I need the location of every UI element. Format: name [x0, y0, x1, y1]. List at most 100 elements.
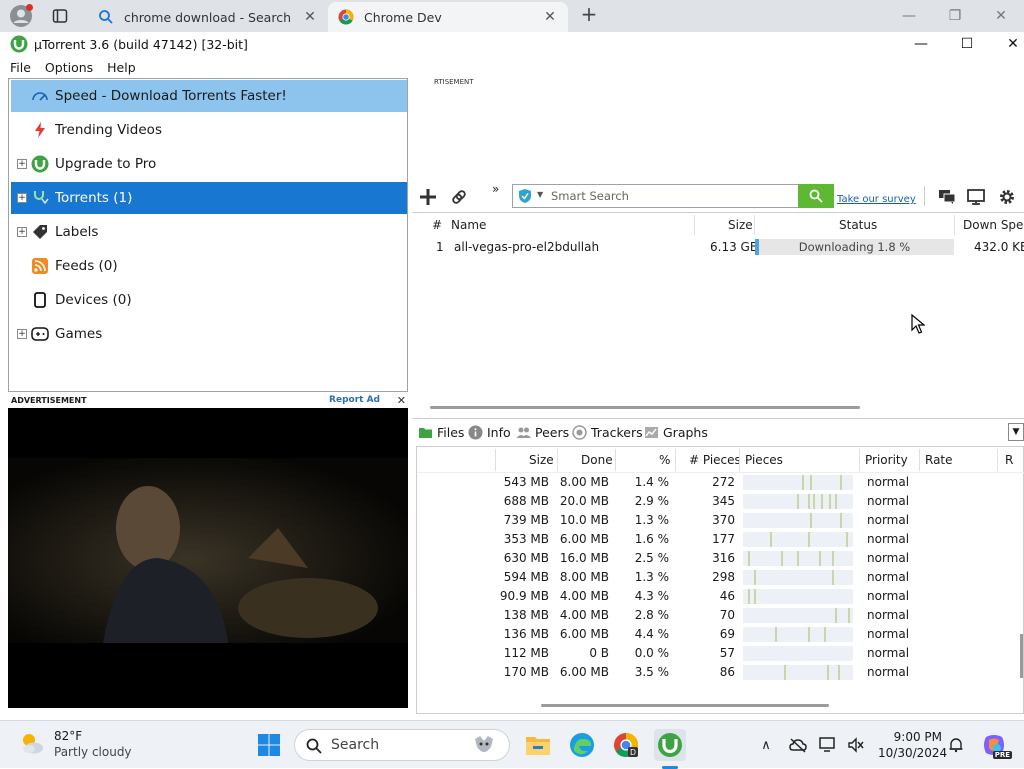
file-row[interactable]: 136 MB 6.00 MB 4.4 % 69 normal: [417, 625, 1024, 644]
collapse-panel-button[interactable]: ▼: [1008, 423, 1024, 441]
tab-info[interactable]: Info: [468, 425, 511, 440]
tab-chrome-dev[interactable]: Chrome Dev ✕: [328, 2, 568, 32]
file-row[interactable]: 630 MB 16.0 MB 2.5 % 316 normal: [417, 549, 1024, 568]
utorrent-taskbar-button[interactable]: [654, 729, 686, 761]
sidebar-item-torrents[interactable]: + Torrents (1): [11, 182, 407, 214]
settings-button[interactable]: [996, 186, 1018, 208]
minimize-button[interactable]: —: [886, 0, 932, 32]
vpn-status-icon[interactable]: [788, 735, 808, 755]
remote-button[interactable]: [965, 186, 987, 208]
file-size: 112 MB: [503, 646, 549, 660]
restore-button[interactable]: ❐: [932, 0, 978, 32]
column-size[interactable]: Size: [529, 453, 554, 467]
system-clock[interactable]: 9:00 PM 10/30/2024: [878, 729, 947, 761]
profile-avatar[interactable]: [10, 4, 33, 27]
file-row[interactable]: 170 MB 6.00 MB 3.5 % 86 normal: [417, 663, 1024, 682]
tab-files[interactable]: Files: [418, 425, 464, 440]
network-icon[interactable]: [818, 735, 838, 755]
close-window-button[interactable]: ✕: [978, 0, 1024, 32]
tab-peers[interactable]: Peers: [516, 425, 569, 440]
expand-icon[interactable]: +: [17, 329, 27, 339]
column-size[interactable]: Size: [728, 218, 753, 232]
file-row[interactable]: 138 MB 4.00 MB 2.8 % 70 normal: [417, 606, 1024, 625]
app-maximize-button[interactable]: ☐: [944, 32, 990, 56]
weather-condition: Partly cloudy: [54, 745, 132, 759]
file-row[interactable]: 543 MB 8.00 MB 1.4 % 272 normal: [417, 473, 1024, 492]
notifications-button[interactable]: [946, 735, 966, 755]
file-row[interactable]: 112 MB 0 B 0.0 % 57 normal: [417, 644, 1024, 663]
pieces-bar: [743, 608, 853, 623]
files-horizontal-scrollbar[interactable]: [541, 704, 829, 707]
show-hidden-icons-button[interactable]: ∧: [756, 735, 776, 755]
expand-icon[interactable]: +: [17, 159, 27, 169]
app-close-button[interactable]: ✕: [990, 32, 1024, 56]
search-input[interactable]: Smart Search: [551, 189, 629, 203]
take-survey-link[interactable]: Take our survey: [837, 194, 916, 205]
column-num-pieces[interactable]: # Pieces: [689, 453, 741, 467]
file-row[interactable]: 739 MB 10.0 MB 1.3 % 370 normal: [417, 511, 1024, 530]
column-percent[interactable]: %: [659, 453, 670, 467]
menu-file[interactable]: File: [10, 60, 31, 75]
column-pieces[interactable]: Pieces: [745, 453, 783, 467]
start-button[interactable]: [253, 729, 285, 761]
chat-button[interactable]: [936, 186, 958, 208]
sidebar-item-trending-videos[interactable]: Trending Videos: [11, 114, 407, 146]
add-torrent-button[interactable]: [417, 186, 439, 208]
new-tab-button[interactable]: +: [578, 4, 600, 26]
tab-trackers[interactable]: Trackers: [572, 425, 643, 440]
sidebar: Speed - Download Torrents Faster! Trendi…: [8, 78, 408, 392]
chat-icon: [939, 190, 956, 204]
menu-help[interactable]: Help: [107, 60, 136, 75]
menu-options[interactable]: Options: [45, 60, 93, 75]
tab-chrome-download-search[interactable]: chrome download - Search ✕: [88, 2, 328, 32]
search-highlight-icon: [475, 736, 493, 752]
vertical-scrollbar[interactable]: [1020, 634, 1023, 678]
edge-button[interactable]: [566, 729, 598, 761]
sidebar-item-speed[interactable]: Speed - Download Torrents Faster!: [11, 80, 407, 112]
column-down-speed[interactable]: Down Speed: [963, 218, 1024, 232]
chrome-dev-button[interactable]: D: [610, 729, 642, 761]
file-row[interactable]: 594 MB 8.00 MB 1.3 % 298 normal: [417, 568, 1024, 587]
sidebar-item-labels[interactable]: + Labels: [11, 216, 407, 248]
file-done: 6.00 MB: [559, 665, 609, 679]
sidebar-item-feeds[interactable]: Feeds (0): [11, 250, 407, 282]
sidebar-item-devices[interactable]: Devices (0): [11, 284, 407, 316]
column-separator: [557, 449, 558, 471]
column-number[interactable]: #: [432, 218, 442, 232]
expand-icon[interactable]: +: [17, 227, 27, 237]
file-row[interactable]: 688 MB 20.0 MB 2.9 % 345 normal: [417, 492, 1024, 511]
smart-search-box[interactable]: ▼ Smart Search: [512, 184, 834, 208]
file-row[interactable]: 353 MB 6.00 MB 1.6 % 177 normal: [417, 530, 1024, 549]
file-explorer-button[interactable]: [522, 729, 554, 761]
column-done[interactable]: Done: [581, 453, 613, 467]
taskbar-search-box[interactable]: Search: [294, 729, 510, 761]
tab-search-button[interactable]: [52, 8, 68, 24]
sidebar-item-games[interactable]: + Games: [11, 318, 407, 350]
add-link-button[interactable]: [448, 186, 470, 208]
torrent-row[interactable]: 1 all-vegas-pro-el2bdullah 6.13 GB Downl…: [412, 237, 1024, 257]
file-row[interactable]: 90.9 MB 4.00 MB 4.3 % 46 normal: [417, 587, 1024, 606]
report-ad-link[interactable]: Report Ad: [329, 395, 380, 405]
app-minimize-button[interactable]: —: [898, 32, 944, 56]
column-priority[interactable]: Priority: [865, 453, 908, 467]
close-ad-icon[interactable]: ✕: [397, 394, 406, 407]
column-rate[interactable]: Rate: [925, 453, 953, 467]
tab-graphs[interactable]: Graphs: [644, 425, 708, 440]
chevron-down-icon: ▼: [1012, 427, 1020, 437]
close-icon[interactable]: ✕: [302, 9, 318, 25]
dropdown-arrow-icon[interactable]: ▼: [537, 190, 543, 199]
column-status[interactable]: Status: [839, 218, 877, 232]
sidebar-item-upgrade-to-pro[interactable]: + Upgrade to Pro: [11, 148, 407, 180]
copilot-button[interactable]: PRE: [978, 729, 1012, 761]
ad-video[interactable]: [8, 408, 408, 708]
volume-icon[interactable]: [846, 735, 866, 755]
column-name[interactable]: Name: [451, 218, 486, 232]
expand-icon[interactable]: +: [17, 193, 27, 203]
close-icon[interactable]: ✕: [542, 9, 558, 25]
column-r[interactable]: R: [1005, 453, 1013, 467]
more-tools-icon[interactable]: »: [492, 182, 499, 196]
search-button[interactable]: [798, 184, 834, 208]
weather-widget[interactable]: 82°F Partly cloudy: [18, 728, 132, 760]
horizontal-scrollbar[interactable]: [430, 406, 860, 409]
sidebar-item-label: Trending Videos: [55, 122, 162, 138]
